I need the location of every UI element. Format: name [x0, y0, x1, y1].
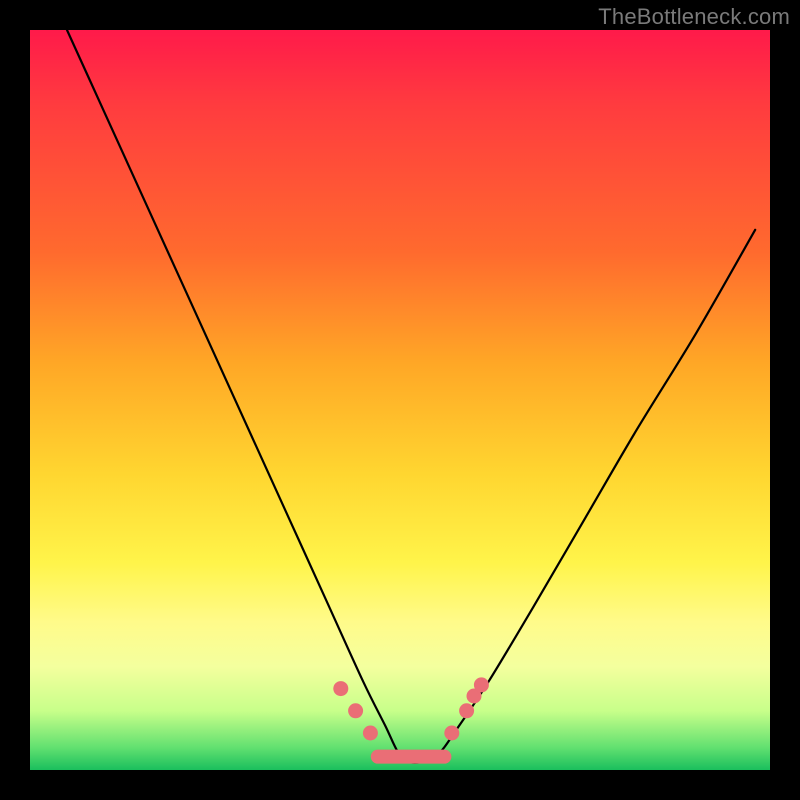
data-marker — [348, 703, 363, 718]
markers-group — [333, 677, 489, 740]
chart-overlay — [30, 30, 770, 770]
data-marker — [333, 681, 348, 696]
data-marker — [474, 677, 489, 692]
data-marker — [444, 726, 459, 741]
watermark-text: TheBottleneck.com — [598, 4, 790, 30]
data-marker — [363, 726, 378, 741]
chart-stage: TheBottleneck.com — [0, 0, 800, 800]
data-marker — [459, 703, 474, 718]
bottleneck-curve — [67, 30, 755, 763]
plot-area — [30, 30, 770, 770]
